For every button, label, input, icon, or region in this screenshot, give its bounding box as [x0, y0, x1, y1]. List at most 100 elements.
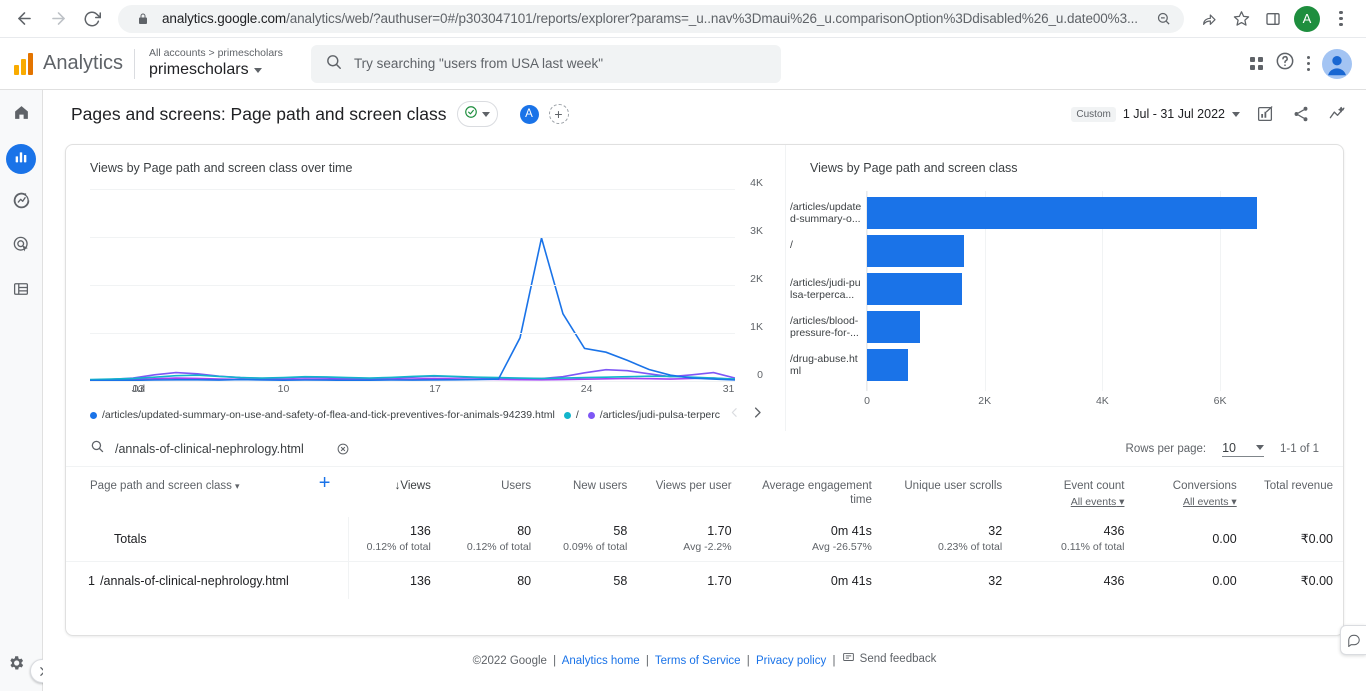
- legend-label: /: [575, 409, 579, 421]
- bar[interactable]: [867, 311, 920, 343]
- analytics-logo[interactable]: Analytics: [8, 52, 128, 75]
- search-input[interactable]: [353, 56, 767, 71]
- analytics-brand-label: Analytics: [43, 52, 124, 74]
- forward-icon[interactable]: [44, 5, 72, 33]
- event-count-filter-link[interactable]: All events ▾: [1022, 495, 1125, 509]
- bar[interactable]: [867, 197, 1257, 229]
- gear-icon[interactable]: [7, 654, 25, 677]
- bar[interactable]: [867, 349, 909, 381]
- share-report-icon[interactable]: [1290, 103, 1312, 125]
- bookmark-star-icon[interactable]: [1226, 4, 1256, 34]
- url-path: /analytics/web/?authuser=0#/p303047101/r…: [286, 11, 1138, 26]
- footer-link-terms[interactable]: Terms of Service: [655, 655, 741, 667]
- chevron-down-icon: [253, 67, 262, 73]
- edit-comparison-icon[interactable]: [1254, 103, 1276, 125]
- zoom-out-icon[interactable]: [1152, 8, 1174, 30]
- global-search[interactable]: [310, 44, 781, 83]
- legend-item[interactable]: /: [563, 409, 579, 421]
- feedback-fab[interactable]: [1340, 625, 1366, 655]
- table-header: Page path and screen class ▾ + ↓Views Use…: [66, 467, 1343, 517]
- sidebar-item-library[interactable]: [6, 276, 36, 306]
- column-header-views[interactable]: ↓Views: [349, 467, 441, 517]
- bar-x-tick: 6K: [1213, 395, 1227, 407]
- bar[interactable]: [867, 235, 965, 267]
- totals-views: 136 0.12% of total: [348, 517, 441, 562]
- totals-new-users: 58 0.09% of total: [563, 524, 628, 553]
- line-chart-plot[interactable]: 4K 3K 2K 1K 0 03 Jul 10 17 24 31: [90, 177, 763, 395]
- insights-icon[interactable]: [1326, 103, 1348, 125]
- clear-icon[interactable]: [336, 442, 350, 456]
- column-header-dimension[interactable]: Page path and screen class ▾: [66, 467, 301, 517]
- browser-toolbar: analytics.google.com/analytics/web/?auth…: [0, 0, 1366, 38]
- side-panel-icon[interactable]: [1258, 4, 1288, 34]
- sidebar-item-home[interactable]: [6, 100, 36, 130]
- sidebar-item-reports[interactable]: [6, 144, 36, 174]
- y-tick: 4K: [750, 177, 763, 189]
- footer-link-privacy[interactable]: Privacy policy: [756, 655, 826, 667]
- row-views-per-user: 1.70: [707, 573, 732, 588]
- legend-prev-icon[interactable]: [728, 406, 741, 424]
- table-row[interactable]: 1/annals-of-clinical-nephrology.html 136 8…: [66, 561, 1343, 599]
- home-icon: [13, 104, 30, 126]
- column-header-total-revenue[interactable]: Total revenue: [1247, 467, 1343, 517]
- conversions-filter-link[interactable]: All events ▾: [1144, 495, 1237, 509]
- rows-per-page-value: 10: [1222, 440, 1236, 455]
- back-icon[interactable]: [10, 5, 38, 33]
- row-conversions: 0.00: [1212, 573, 1237, 588]
- report-table: Page path and screen class ▾ + ↓Views Use…: [66, 467, 1343, 599]
- y-tick: 1K: [750, 321, 763, 333]
- totals-avg-engagement: 0m 41s Avg -26.57%: [811, 524, 872, 553]
- sidebar-item-advertising[interactable]: [6, 232, 36, 262]
- report-header-actions: Custom 1 Jul - 31 Jul 2022: [1071, 103, 1348, 125]
- column-header-avg-engagement[interactable]: Average engagement time: [742, 467, 882, 517]
- apps-grid-icon[interactable]: [1249, 57, 1263, 70]
- address-bar[interactable]: analytics.google.com/analytics/web/?auth…: [118, 4, 1184, 33]
- column-header-new-users[interactable]: New users: [541, 467, 637, 517]
- add-comparison-button[interactable]: +: [548, 104, 569, 124]
- account-name[interactable]: primescholars: [149, 60, 283, 80]
- add-dimension-button[interactable]: +: [301, 467, 349, 517]
- report-header: Pages and screens: Page path and screen …: [43, 90, 1366, 138]
- sidebar-item-explore[interactable]: [6, 188, 36, 218]
- bar-category-label: /: [790, 239, 793, 251]
- footer-link-analytics-home[interactable]: Analytics home: [562, 655, 640, 667]
- bar[interactable]: [867, 273, 962, 305]
- report-content: Pages and screens: Page path and screen …: [43, 90, 1366, 691]
- x-tick-31: 31: [722, 383, 735, 395]
- rows-per-page-select[interactable]: 10: [1222, 441, 1264, 457]
- totals-total-revenue: ₹0.00: [1300, 532, 1333, 546]
- legend-item[interactable]: /articles/judi-pulsa-terpercaya/: [587, 409, 720, 421]
- user-avatar[interactable]: [1322, 48, 1352, 79]
- column-header-conversions[interactable]: Conversions All events ▾: [1134, 467, 1246, 517]
- share-icon[interactable]: [1194, 4, 1224, 34]
- column-header-event-count[interactable]: Event count All events ▾: [1012, 467, 1134, 517]
- totals-unique-scrolls: 32 0.23% of total: [937, 524, 1003, 553]
- data-quality-chip[interactable]: [456, 101, 498, 127]
- url-host: analytics.google.com: [162, 11, 287, 26]
- table-search[interactable]: [90, 439, 350, 458]
- account-selector[interactable]: All accounts > primescholars primeschola…: [149, 47, 283, 80]
- browser-profile-avatar[interactable]: A: [1294, 5, 1320, 32]
- legend-next-icon[interactable]: [750, 405, 765, 425]
- y-tick: 0: [757, 369, 763, 381]
- y-tick: 2K: [750, 273, 763, 285]
- date-range-selector[interactable]: Custom 1 Jul - 31 Jul 2022: [1071, 106, 1240, 122]
- x-tick-03: 03 Jul: [131, 383, 146, 395]
- app-more-icon[interactable]: [1306, 55, 1310, 72]
- legend-item[interactable]: /articles/updated-summary-on-use-and-saf…: [90, 409, 555, 421]
- column-header-users[interactable]: Users: [441, 467, 541, 517]
- bar-category-label: /articles/judi-pulsa-terperca...: [790, 277, 861, 301]
- column-header-views-per-user[interactable]: Views per user: [637, 467, 741, 517]
- reload-icon[interactable]: [78, 5, 106, 33]
- comparison-badge[interactable]: A: [519, 104, 539, 124]
- line-chart-legend: /articles/updated-summary-on-use-and-saf…: [90, 405, 765, 425]
- bar-chart-bars: 0 2K 4K 6K: [864, 191, 1273, 407]
- x-tick-24: 24: [580, 383, 593, 395]
- column-header-unique-scrolls[interactable]: Unique user scrolls: [882, 467, 1012, 517]
- send-feedback-button[interactable]: Send feedback: [842, 651, 936, 667]
- bar-chart-plot[interactable]: /articles/updated-summary-o... / /articles…: [790, 191, 1273, 407]
- totals-conversions: 0.00: [1212, 532, 1237, 546]
- browser-menu-icon[interactable]: [1326, 4, 1356, 34]
- search-input[interactable]: [115, 441, 325, 456]
- help-icon[interactable]: [1275, 51, 1295, 76]
